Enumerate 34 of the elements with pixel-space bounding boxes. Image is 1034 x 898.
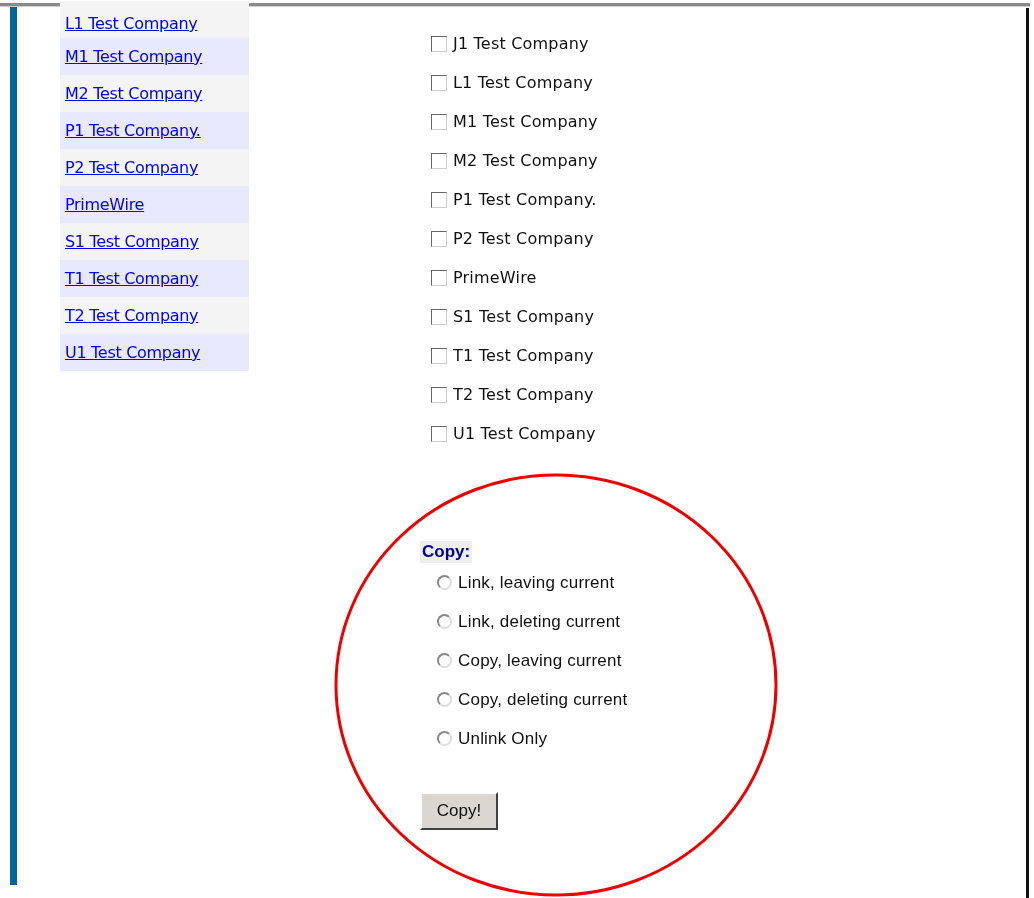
- radio-label: Unlink Only: [458, 728, 548, 749]
- checkbox-label: J1 Test Company: [453, 34, 589, 53]
- checkbox-label: T2 Test Company: [453, 385, 594, 404]
- checkbox-label: T1 Test Company: [453, 346, 594, 365]
- checkbox[interactable]: [431, 347, 447, 364]
- checkbox-label: S1 Test Company: [453, 307, 595, 326]
- copy-button[interactable]: Copy!: [420, 792, 498, 830]
- radio-button[interactable]: [437, 575, 452, 590]
- checkbox[interactable]: [431, 152, 447, 169]
- checkbox-label: U1 Test Company: [453, 424, 596, 443]
- radio-button[interactable]: [437, 692, 452, 707]
- checkbox-label: P1 Test Company.: [453, 190, 597, 209]
- checkbox[interactable]: [431, 308, 447, 325]
- radio-button[interactable]: [437, 731, 452, 746]
- radio-button[interactable]: [437, 653, 452, 668]
- checkbox-label: L1 Test Company: [453, 73, 593, 92]
- radio-label: Link, leaving current: [458, 572, 615, 593]
- checkbox[interactable]: [431, 425, 447, 442]
- checkbox-label: M1 Test Company: [453, 112, 598, 131]
- checkbox[interactable]: [431, 386, 447, 403]
- checkbox[interactable]: [431, 74, 447, 91]
- section-heading: Copy:: [420, 541, 473, 563]
- checkbox[interactable]: [431, 191, 447, 208]
- checkbox-label: M2 Test Company: [453, 151, 598, 170]
- checkbox[interactable]: [431, 230, 447, 247]
- radio-label: Link, deleting current: [458, 611, 621, 632]
- checkbox-label: PrimeWire: [453, 268, 537, 287]
- checkbox[interactable]: [431, 269, 447, 286]
- checkbox[interactable]: [431, 35, 447, 52]
- checkbox-label: P2 Test Company: [453, 229, 594, 248]
- radio-label: Copy, leaving current: [458, 650, 622, 671]
- checkbox[interactable]: [431, 113, 447, 130]
- radio-button[interactable]: [437, 614, 452, 629]
- radio-label: Copy, deleting current: [458, 689, 628, 710]
